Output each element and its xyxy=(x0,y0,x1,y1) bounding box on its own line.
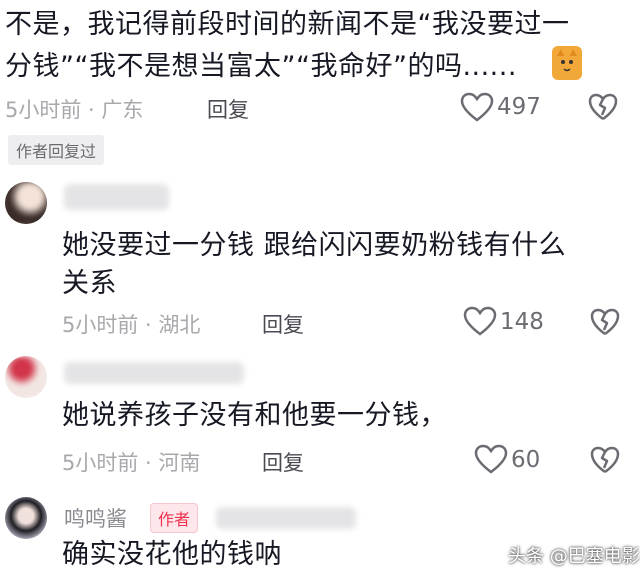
broken-heart-icon xyxy=(590,308,620,336)
comment-text-line1: 确实没花他的钱呐 xyxy=(62,539,282,570)
like-button[interactable] xyxy=(463,306,497,340)
like-count: 148 xyxy=(500,309,544,335)
comment-meta: 5小时前 · 河南 xyxy=(62,451,201,475)
like-button[interactable] xyxy=(460,92,494,126)
username[interactable]: 鸣鸣酱 xyxy=(64,503,127,533)
avatar[interactable] xyxy=(5,182,47,224)
broken-heart-icon xyxy=(590,446,620,474)
dislike-button[interactable] xyxy=(588,93,618,125)
username-blurred xyxy=(64,184,169,210)
dislike-button[interactable] xyxy=(590,446,620,478)
watermark: 头条 @巴塞电影 xyxy=(508,546,640,567)
top-comment-line1: 不是，我记得前段时间的新闻不是“我没要过一 xyxy=(5,9,570,40)
heart-icon xyxy=(460,92,494,122)
like-count: 497 xyxy=(497,94,541,120)
cat-sticker-icon xyxy=(552,46,582,80)
heart-icon xyxy=(463,306,497,336)
top-comment-line2: 分钱”“我不是想当富太”“我命好”的吗...... xyxy=(5,51,517,82)
author-badge: 作者 xyxy=(150,503,199,533)
broken-heart-icon xyxy=(588,93,618,121)
avatar[interactable] xyxy=(5,356,47,398)
avatar[interactable] xyxy=(5,497,47,539)
comment-text-line1: 她说养孩子没有和他要一分钱， xyxy=(62,400,447,431)
reply-button[interactable]: 回复 xyxy=(207,94,249,124)
author-replied-tag: 作者回复过 xyxy=(8,135,105,165)
username-blurred xyxy=(216,507,356,529)
comment-text-line2: 关系 xyxy=(62,268,117,299)
heart-icon xyxy=(474,444,508,474)
comment-meta: 5小时前 · 湖北 xyxy=(62,313,201,337)
like-button[interactable] xyxy=(474,444,508,478)
top-comment-meta: 5小时前 · 广东 xyxy=(5,98,144,122)
username-blurred xyxy=(64,362,244,384)
reply-button[interactable]: 回复 xyxy=(262,447,304,477)
reply-button[interactable]: 回复 xyxy=(262,309,304,339)
dislike-button[interactable] xyxy=(590,308,620,340)
like-count: 60 xyxy=(511,447,541,473)
comment-text-line1: 她没要过一分钱 跟给闪闪要奶粉钱有什么 xyxy=(62,230,567,261)
